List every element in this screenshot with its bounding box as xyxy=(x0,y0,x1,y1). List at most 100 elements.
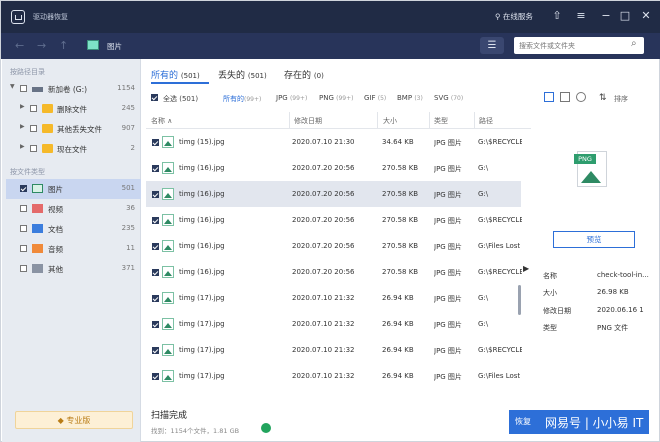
search-icon[interactable]: ⌕ xyxy=(631,38,637,49)
home-icon[interactable] xyxy=(11,10,25,24)
forward-arrow-icon[interactable]: → xyxy=(37,39,46,52)
sidebar-item-other[interactable]: 其他 371 xyxy=(6,259,141,279)
drive-checkbox[interactable] xyxy=(20,85,27,92)
table-row[interactable]: timg (17).jpg 2020.07.10 21:32 26.94 KB JPG… xyxy=(146,285,521,311)
image-file-icon xyxy=(162,162,174,174)
table-row[interactable]: timg (16).jpg 2020.07.20 20:56 270.58 KB JP… xyxy=(146,155,521,181)
column-size[interactable]: 大小 xyxy=(383,116,397,126)
detail-value: 26.98 KB xyxy=(597,288,629,296)
row-checkbox[interactable] xyxy=(152,217,159,224)
select-all-checkbox[interactable] xyxy=(151,94,158,101)
expand-arrow-icon[interactable]: ▼ xyxy=(10,83,15,90)
row-checkbox[interactable] xyxy=(152,165,159,172)
detail-value: 2020.06.16 1 xyxy=(597,306,644,314)
filter-svg[interactable]: SVG (70) xyxy=(434,94,463,102)
sort-icon[interactable]: ⇅ xyxy=(599,93,607,103)
table-row[interactable]: timg (16).jpg 2020.07.20 20:56 270.58 KB JP… xyxy=(146,207,522,233)
expand-arrow-icon[interactable]: ▶ xyxy=(20,103,25,110)
audio-icon xyxy=(32,244,43,253)
search-input[interactable] xyxy=(514,37,644,54)
table-row[interactable]: timg (15).jpg 2020.07.10 21:30 34.64 KB JPG… xyxy=(146,129,522,155)
expand-panel-arrow-icon[interactable]: ▶ xyxy=(523,264,529,273)
filter-png[interactable]: PNG (99+) xyxy=(319,94,353,102)
sidebar-item-documents[interactable]: 文档 235 xyxy=(6,219,141,239)
expand-arrow-icon[interactable]: ▶ xyxy=(20,143,25,150)
table-row[interactable]: timg (16).jpg 2020.07.20 20:56 270.58 KB JP… xyxy=(146,181,521,207)
sidebar-item-deleted[interactable]: ▶ 删除文件 245 xyxy=(6,99,141,119)
grid-view-icon[interactable] xyxy=(560,92,570,102)
folder-checkbox[interactable] xyxy=(30,145,37,152)
tag-icon[interactable] xyxy=(576,92,586,102)
breadcrumb: 图片 xyxy=(107,42,122,51)
pro-upgrade-button[interactable]: ◆ 专业版 xyxy=(15,411,133,429)
sort-label[interactable]: 排序 xyxy=(614,94,628,104)
list-view-icon[interactable] xyxy=(544,92,554,102)
sidebar-item-existing[interactable]: ▶ 现在文件 2 xyxy=(6,139,141,159)
audio-checkbox[interactable] xyxy=(20,245,27,252)
view-menu-button[interactable]: ☰ xyxy=(480,37,504,54)
sidebar-item-other-lost[interactable]: ▶ 其他丢失文件 907 xyxy=(6,119,141,139)
other-checkbox[interactable] xyxy=(20,265,27,272)
image-file-icon xyxy=(162,318,174,330)
tab-existing[interactable]: 存在的 (0) xyxy=(284,68,324,81)
pro-label: 专业版 xyxy=(66,416,91,425)
column-type[interactable]: 类型 xyxy=(434,116,448,126)
minimize-button[interactable]: − xyxy=(598,8,614,24)
cell-type: JPG 图片 xyxy=(434,295,462,303)
cell-size: 270.58 KB xyxy=(382,268,419,276)
filter-count: (99+) xyxy=(336,95,354,102)
filter-label: PNG xyxy=(319,94,334,102)
back-arrow-icon[interactable]: ← xyxy=(15,39,24,52)
column-divider[interactable] xyxy=(429,112,430,128)
video-checkbox[interactable] xyxy=(20,205,27,212)
maximize-button[interactable]: □ xyxy=(617,8,633,24)
select-all-label[interactable]: 全选 (501) xyxy=(163,94,198,104)
column-modified[interactable]: 修改日期 xyxy=(294,116,322,126)
table-row[interactable]: timg (17).jpg 2020.07.10 21:32 26.94 KB JPG… xyxy=(146,311,521,337)
menu-icon[interactable]: ≡ xyxy=(573,8,589,24)
sidebar-item-images[interactable]: 图片 501 xyxy=(6,179,141,199)
table-row[interactable]: timg (17).jpg 2020.07.10 21:32 26.94 KB JPG… xyxy=(146,363,522,389)
table-row[interactable]: timg (16).jpg 2020.07.20 20:56 270.58 KB JP… xyxy=(146,233,522,259)
documents-checkbox[interactable] xyxy=(20,225,27,232)
row-checkbox[interactable] xyxy=(152,295,159,302)
column-name[interactable]: 名称 ∧ xyxy=(151,116,172,126)
scrollbar-thumb[interactable] xyxy=(518,285,521,315)
images-checkbox[interactable] xyxy=(20,185,27,192)
table-row[interactable]: timg (16).jpg 2020.07.20 20:56 270.58 KB JP… xyxy=(146,259,522,285)
expand-arrow-icon[interactable]: ▶ xyxy=(20,123,25,130)
up-arrow-icon[interactable]: ↑ xyxy=(59,39,68,52)
column-path[interactable]: 路径 xyxy=(479,116,493,126)
filter-gif[interactable]: GIF (5) xyxy=(364,94,386,102)
cell-type: JPG 图片 xyxy=(434,269,462,277)
column-divider[interactable] xyxy=(474,112,475,128)
sidebar-item-video[interactable]: 视频 36 xyxy=(6,199,141,219)
row-checkbox[interactable] xyxy=(152,191,159,198)
preview-button[interactable]: 预览 xyxy=(553,231,635,248)
folder-checkbox[interactable] xyxy=(30,125,37,132)
share-icon[interactable]: ⇧ xyxy=(549,8,565,24)
row-checkbox[interactable] xyxy=(152,347,159,354)
image-file-icon xyxy=(162,240,174,252)
row-checkbox[interactable] xyxy=(152,139,159,146)
tab-lost[interactable]: 丢失的 (501) xyxy=(218,68,267,81)
row-checkbox[interactable] xyxy=(152,243,159,250)
type-count: 501 xyxy=(121,184,135,192)
sidebar-item-drive[interactable]: ▼ 新加卷 (G:) 1154 xyxy=(6,79,141,99)
filter-all[interactable]: 所有的(99+) xyxy=(223,94,261,104)
tab-all[interactable]: 所有的 (501) xyxy=(151,68,200,81)
file-type-header: 按文件类型 xyxy=(10,168,45,176)
filter-bmp[interactable]: BMP (3) xyxy=(397,94,423,102)
table-row[interactable]: timg (17).jpg 2020.07.10 21:32 26.94 KB JPG… xyxy=(146,337,522,363)
row-checkbox[interactable] xyxy=(152,321,159,328)
folder-checkbox[interactable] xyxy=(30,105,37,112)
online-service-button[interactable]: ⚲ 在线服务 xyxy=(495,11,533,22)
close-button[interactable]: ✕ xyxy=(638,8,654,24)
row-checkbox[interactable] xyxy=(152,373,159,380)
filter-jpg[interactable]: JPG (99+) xyxy=(276,94,307,102)
type-count: 235 xyxy=(121,224,135,232)
column-divider[interactable] xyxy=(289,112,290,128)
row-checkbox[interactable] xyxy=(152,269,159,276)
column-divider[interactable] xyxy=(377,112,378,128)
sidebar-item-audio[interactable]: 音频 11 xyxy=(6,239,141,259)
